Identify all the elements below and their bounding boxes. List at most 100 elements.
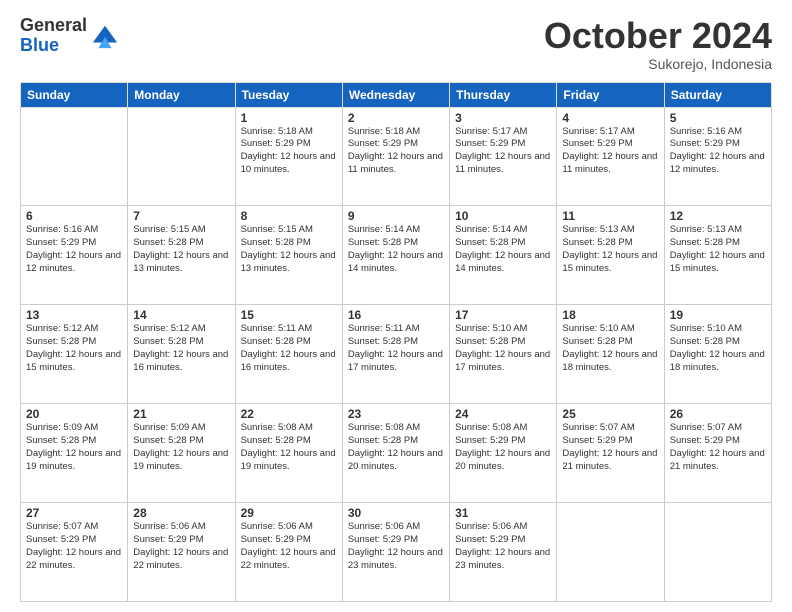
weekday-header-saturday: Saturday xyxy=(664,82,771,107)
day-info: Sunrise: 5:08 AM Sunset: 5:29 PM Dayligh… xyxy=(455,422,551,473)
location: Sukorejo, Indonesia xyxy=(544,56,772,72)
day-info: Sunrise: 5:09 AM Sunset: 5:28 PM Dayligh… xyxy=(133,422,229,473)
day-number: 29 xyxy=(241,506,337,520)
day-info: Sunrise: 5:07 AM Sunset: 5:29 PM Dayligh… xyxy=(670,422,766,473)
day-cell: 9Sunrise: 5:14 AM Sunset: 5:28 PM Daylig… xyxy=(342,206,449,305)
day-cell: 18Sunrise: 5:10 AM Sunset: 5:28 PM Dayli… xyxy=(557,305,664,404)
day-info: Sunrise: 5:06 AM Sunset: 5:29 PM Dayligh… xyxy=(241,521,337,572)
day-info: Sunrise: 5:10 AM Sunset: 5:28 PM Dayligh… xyxy=(670,323,766,374)
day-number: 18 xyxy=(562,308,658,322)
day-number: 16 xyxy=(348,308,444,322)
day-number: 25 xyxy=(562,407,658,421)
day-info: Sunrise: 5:08 AM Sunset: 5:28 PM Dayligh… xyxy=(348,422,444,473)
day-cell: 29Sunrise: 5:06 AM Sunset: 5:29 PM Dayli… xyxy=(235,503,342,602)
day-info: Sunrise: 5:18 AM Sunset: 5:29 PM Dayligh… xyxy=(241,126,337,177)
day-info: Sunrise: 5:07 AM Sunset: 5:29 PM Dayligh… xyxy=(562,422,658,473)
day-number: 30 xyxy=(348,506,444,520)
day-cell xyxy=(557,503,664,602)
day-cell: 30Sunrise: 5:06 AM Sunset: 5:29 PM Dayli… xyxy=(342,503,449,602)
calendar-table: SundayMondayTuesdayWednesdayThursdayFrid… xyxy=(20,82,772,602)
day-cell: 20Sunrise: 5:09 AM Sunset: 5:28 PM Dayli… xyxy=(21,404,128,503)
day-cell: 15Sunrise: 5:11 AM Sunset: 5:28 PM Dayli… xyxy=(235,305,342,404)
day-number: 26 xyxy=(670,407,766,421)
day-number: 10 xyxy=(455,209,551,223)
day-info: Sunrise: 5:17 AM Sunset: 5:29 PM Dayligh… xyxy=(455,126,551,177)
day-number: 21 xyxy=(133,407,229,421)
day-number: 24 xyxy=(455,407,551,421)
weekday-header-sunday: Sunday xyxy=(21,82,128,107)
day-info: Sunrise: 5:08 AM Sunset: 5:28 PM Dayligh… xyxy=(241,422,337,473)
day-info: Sunrise: 5:10 AM Sunset: 5:28 PM Dayligh… xyxy=(455,323,551,374)
day-number: 3 xyxy=(455,111,551,125)
day-cell: 2Sunrise: 5:18 AM Sunset: 5:29 PM Daylig… xyxy=(342,107,449,206)
day-cell: 11Sunrise: 5:13 AM Sunset: 5:28 PM Dayli… xyxy=(557,206,664,305)
day-info: Sunrise: 5:13 AM Sunset: 5:28 PM Dayligh… xyxy=(562,224,658,275)
day-number: 9 xyxy=(348,209,444,223)
day-info: Sunrise: 5:09 AM Sunset: 5:28 PM Dayligh… xyxy=(26,422,122,473)
title-block: October 2024 Sukorejo, Indonesia xyxy=(544,16,772,72)
logo-general-text: General xyxy=(20,16,87,36)
day-cell xyxy=(664,503,771,602)
day-number: 12 xyxy=(670,209,766,223)
day-number: 8 xyxy=(241,209,337,223)
weekday-header-row: SundayMondayTuesdayWednesdayThursdayFrid… xyxy=(21,82,772,107)
week-row-0: 1Sunrise: 5:18 AM Sunset: 5:29 PM Daylig… xyxy=(21,107,772,206)
week-row-1: 6Sunrise: 5:16 AM Sunset: 5:29 PM Daylig… xyxy=(21,206,772,305)
day-number: 11 xyxy=(562,209,658,223)
day-cell: 23Sunrise: 5:08 AM Sunset: 5:28 PM Dayli… xyxy=(342,404,449,503)
week-row-3: 20Sunrise: 5:09 AM Sunset: 5:28 PM Dayli… xyxy=(21,404,772,503)
week-row-4: 27Sunrise: 5:07 AM Sunset: 5:29 PM Dayli… xyxy=(21,503,772,602)
day-info: Sunrise: 5:16 AM Sunset: 5:29 PM Dayligh… xyxy=(26,224,122,275)
day-info: Sunrise: 5:06 AM Sunset: 5:29 PM Dayligh… xyxy=(455,521,551,572)
day-info: Sunrise: 5:14 AM Sunset: 5:28 PM Dayligh… xyxy=(348,224,444,275)
day-number: 20 xyxy=(26,407,122,421)
day-number: 23 xyxy=(348,407,444,421)
day-number: 7 xyxy=(133,209,229,223)
logo: General Blue xyxy=(20,16,119,56)
day-cell: 28Sunrise: 5:06 AM Sunset: 5:29 PM Dayli… xyxy=(128,503,235,602)
day-info: Sunrise: 5:14 AM Sunset: 5:28 PM Dayligh… xyxy=(455,224,551,275)
day-info: Sunrise: 5:11 AM Sunset: 5:28 PM Dayligh… xyxy=(348,323,444,374)
day-cell: 1Sunrise: 5:18 AM Sunset: 5:29 PM Daylig… xyxy=(235,107,342,206)
weekday-header-thursday: Thursday xyxy=(450,82,557,107)
day-cell: 8Sunrise: 5:15 AM Sunset: 5:28 PM Daylig… xyxy=(235,206,342,305)
day-cell: 26Sunrise: 5:07 AM Sunset: 5:29 PM Dayli… xyxy=(664,404,771,503)
day-number: 4 xyxy=(562,111,658,125)
day-info: Sunrise: 5:07 AM Sunset: 5:29 PM Dayligh… xyxy=(26,521,122,572)
day-cell xyxy=(21,107,128,206)
week-row-2: 13Sunrise: 5:12 AM Sunset: 5:28 PM Dayli… xyxy=(21,305,772,404)
day-cell: 27Sunrise: 5:07 AM Sunset: 5:29 PM Dayli… xyxy=(21,503,128,602)
month-title: October 2024 xyxy=(544,16,772,56)
day-cell: 14Sunrise: 5:12 AM Sunset: 5:28 PM Dayli… xyxy=(128,305,235,404)
day-cell: 3Sunrise: 5:17 AM Sunset: 5:29 PM Daylig… xyxy=(450,107,557,206)
day-info: Sunrise: 5:12 AM Sunset: 5:28 PM Dayligh… xyxy=(26,323,122,374)
day-info: Sunrise: 5:16 AM Sunset: 5:29 PM Dayligh… xyxy=(670,126,766,177)
day-info: Sunrise: 5:12 AM Sunset: 5:28 PM Dayligh… xyxy=(133,323,229,374)
day-cell: 4Sunrise: 5:17 AM Sunset: 5:29 PM Daylig… xyxy=(557,107,664,206)
day-info: Sunrise: 5:11 AM Sunset: 5:28 PM Dayligh… xyxy=(241,323,337,374)
day-info: Sunrise: 5:06 AM Sunset: 5:29 PM Dayligh… xyxy=(133,521,229,572)
day-number: 13 xyxy=(26,308,122,322)
day-cell: 12Sunrise: 5:13 AM Sunset: 5:28 PM Dayli… xyxy=(664,206,771,305)
day-cell: 6Sunrise: 5:16 AM Sunset: 5:29 PM Daylig… xyxy=(21,206,128,305)
page: General Blue October 2024 Sukorejo, Indo… xyxy=(0,0,792,612)
day-number: 28 xyxy=(133,506,229,520)
day-number: 17 xyxy=(455,308,551,322)
weekday-header-tuesday: Tuesday xyxy=(235,82,342,107)
day-number: 22 xyxy=(241,407,337,421)
day-cell: 17Sunrise: 5:10 AM Sunset: 5:28 PM Dayli… xyxy=(450,305,557,404)
day-number: 19 xyxy=(670,308,766,322)
day-info: Sunrise: 5:13 AM Sunset: 5:28 PM Dayligh… xyxy=(670,224,766,275)
day-number: 14 xyxy=(133,308,229,322)
day-number: 31 xyxy=(455,506,551,520)
day-cell: 24Sunrise: 5:08 AM Sunset: 5:29 PM Dayli… xyxy=(450,404,557,503)
day-cell xyxy=(128,107,235,206)
logo-icon xyxy=(91,22,119,50)
weekday-header-friday: Friday xyxy=(557,82,664,107)
day-info: Sunrise: 5:15 AM Sunset: 5:28 PM Dayligh… xyxy=(241,224,337,275)
day-info: Sunrise: 5:15 AM Sunset: 5:28 PM Dayligh… xyxy=(133,224,229,275)
day-cell: 21Sunrise: 5:09 AM Sunset: 5:28 PM Dayli… xyxy=(128,404,235,503)
day-number: 1 xyxy=(241,111,337,125)
logo-blue-text: Blue xyxy=(20,36,87,56)
weekday-header-monday: Monday xyxy=(128,82,235,107)
